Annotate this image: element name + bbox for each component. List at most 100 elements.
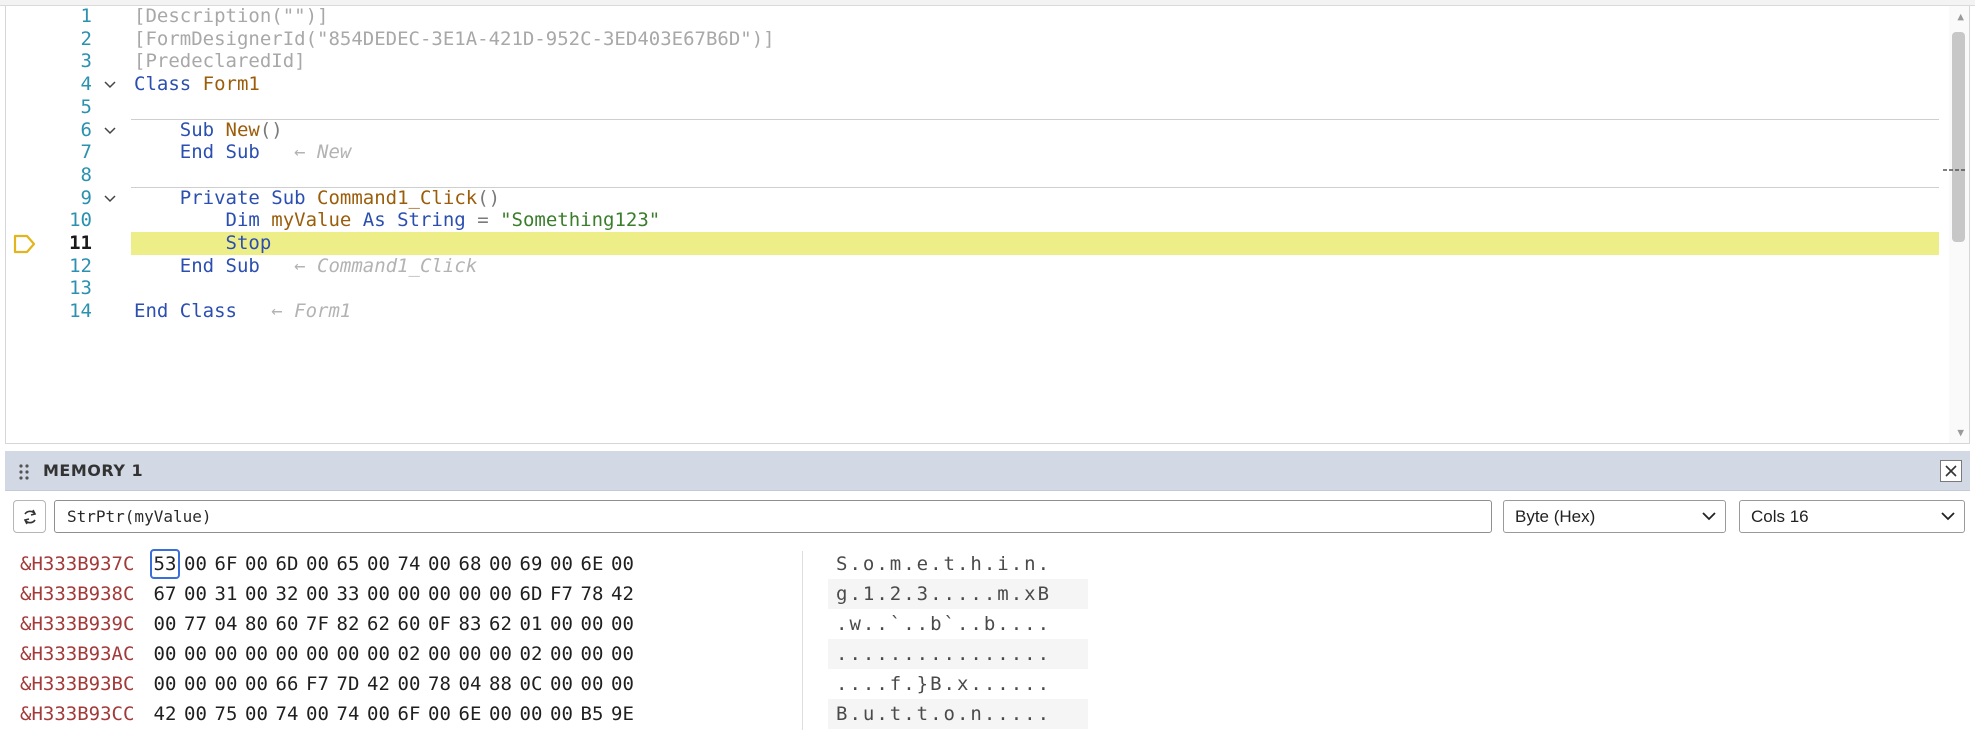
memory-byte[interactable]: 32 xyxy=(272,579,302,609)
memory-byte[interactable]: 00 xyxy=(303,549,333,579)
memory-byte[interactable]: 00 xyxy=(181,699,211,729)
format-select[interactable]: Byte (Hex) xyxy=(1503,500,1726,533)
memory-byte[interactable]: 00 xyxy=(425,579,455,609)
memory-byte[interactable]: 74 xyxy=(333,699,363,729)
line-code[interactable] xyxy=(131,164,1939,187)
drag-grip-icon[interactable] xyxy=(18,463,30,481)
memory-byte[interactable]: 66 xyxy=(272,669,302,699)
memory-byte[interactable]: 00 xyxy=(303,579,333,609)
selected-memory-byte[interactable]: 53 xyxy=(150,549,180,579)
memory-byte[interactable]: 62 xyxy=(486,609,516,639)
memory-byte[interactable]: 6E xyxy=(577,549,607,579)
memory-byte[interactable]: 78 xyxy=(425,669,455,699)
memory-byte[interactable]: 00 xyxy=(577,639,607,669)
scrollbar-thumb[interactable] xyxy=(1952,32,1965,242)
memory-panel-header[interactable]: MEMORY 1 xyxy=(5,451,1970,491)
line-code[interactable]: [PredeclaredId] xyxy=(131,50,1939,73)
memory-byte[interactable]: 00 xyxy=(150,609,180,639)
memory-byte[interactable]: F7 xyxy=(303,669,333,699)
line-code[interactable]: [FormDesignerId("854DEDEC-3E1A-421D-952C… xyxy=(131,28,1939,51)
memory-byte[interactable]: 00 xyxy=(425,549,455,579)
memory-byte[interactable]: 00 xyxy=(547,639,577,669)
memory-byte[interactable]: 00 xyxy=(181,549,211,579)
memory-byte[interactable]: 74 xyxy=(394,549,424,579)
memory-byte[interactable]: 9E xyxy=(608,699,638,729)
memory-byte[interactable]: 00 xyxy=(577,669,607,699)
fold-chevron-down-icon[interactable] xyxy=(104,125,116,137)
memory-byte[interactable]: 42 xyxy=(364,669,394,699)
memory-byte[interactable]: 77 xyxy=(181,609,211,639)
code-line[interactable]: 11 Stop xyxy=(6,232,1939,255)
line-code[interactable]: Private Sub Command1_Click() xyxy=(131,187,1939,210)
memory-byte[interactable]: 31 xyxy=(211,579,241,609)
line-code[interactable] xyxy=(131,277,1939,300)
memory-byte[interactable]: 00 xyxy=(150,639,180,669)
memory-byte[interactable]: 83 xyxy=(455,609,485,639)
memory-byte[interactable]: 65 xyxy=(333,549,363,579)
memory-byte[interactable]: 6D xyxy=(272,549,302,579)
memory-byte[interactable]: 00 xyxy=(242,549,272,579)
memory-byte[interactable]: 00 xyxy=(303,699,333,729)
memory-byte[interactable]: 69 xyxy=(516,549,546,579)
memory-byte[interactable]: F7 xyxy=(547,579,577,609)
memory-byte[interactable]: 00 xyxy=(425,639,455,669)
memory-byte[interactable]: 00 xyxy=(608,669,638,699)
memory-byte[interactable]: 00 xyxy=(242,669,272,699)
memory-byte[interactable]: 00 xyxy=(181,639,211,669)
fold-chevron-down-icon[interactable] xyxy=(104,79,116,91)
memory-byte[interactable]: 00 xyxy=(455,639,485,669)
line-code[interactable]: End Class ← Form1 xyxy=(131,300,1939,323)
memory-byte[interactable]: 60 xyxy=(394,609,424,639)
memory-byte[interactable]: 68 xyxy=(455,549,485,579)
memory-byte[interactable]: 02 xyxy=(516,639,546,669)
refresh-button[interactable] xyxy=(13,500,46,533)
memory-byte[interactable]: 75 xyxy=(211,699,241,729)
memory-byte[interactable]: 00 xyxy=(608,639,638,669)
memory-byte[interactable]: 00 xyxy=(486,549,516,579)
address-expression-input[interactable] xyxy=(54,500,1492,533)
memory-byte[interactable]: 00 xyxy=(364,549,394,579)
code-line[interactable]: 14 End Class ← Form1 xyxy=(6,300,1939,323)
memory-byte[interactable]: 00 xyxy=(211,669,241,699)
memory-byte[interactable]: 00 xyxy=(577,609,607,639)
memory-byte[interactable]: 00 xyxy=(486,699,516,729)
memory-byte[interactable]: 00 xyxy=(150,669,180,699)
code-line[interactable]: 13 xyxy=(6,277,1939,300)
memory-byte[interactable]: 00 xyxy=(364,639,394,669)
memory-byte[interactable]: 00 xyxy=(486,579,516,609)
memory-byte[interactable]: 00 xyxy=(547,549,577,579)
memory-byte[interactable]: 6D xyxy=(516,579,546,609)
memory-byte[interactable]: 00 xyxy=(547,669,577,699)
scroll-up-icon[interactable]: ▲ xyxy=(1957,10,1964,23)
memory-byte[interactable]: 00 xyxy=(364,699,394,729)
memory-byte[interactable]: 0F xyxy=(425,609,455,639)
editor-vertical-scrollbar[interactable]: ▲ ▼ xyxy=(1949,6,1969,443)
code-line[interactable]: 10 Dim myValue As String = "Something123… xyxy=(6,209,1939,232)
memory-byte[interactable]: 02 xyxy=(394,639,424,669)
line-code[interactable]: [Description("")] xyxy=(131,6,1939,28)
code-line[interactable]: 8 xyxy=(6,164,1939,187)
memory-byte[interactable]: 00 xyxy=(333,639,363,669)
memory-byte[interactable]: 00 xyxy=(181,579,211,609)
memory-byte[interactable]: 00 xyxy=(242,639,272,669)
memory-byte[interactable]: 00 xyxy=(425,699,455,729)
memory-byte[interactable]: 00 xyxy=(547,699,577,729)
code-line[interactable]: 2 [FormDesignerId("854DEDEC-3E1A-421D-952… xyxy=(6,28,1939,51)
line-code[interactable]: End Sub ← New xyxy=(131,141,1939,164)
code-line[interactable]: 4 Class Form1 xyxy=(6,73,1939,96)
code-line[interactable]: 6 Sub New() xyxy=(6,118,1939,142)
memory-byte[interactable]: 00 xyxy=(364,579,394,609)
memory-byte[interactable]: 67 xyxy=(150,579,180,609)
memory-byte[interactable]: 00 xyxy=(242,699,272,729)
memory-byte[interactable]: 00 xyxy=(303,639,333,669)
memory-byte[interactable]: 01 xyxy=(516,609,546,639)
memory-byte[interactable]: 7D xyxy=(333,669,363,699)
memory-byte[interactable]: 7F xyxy=(303,609,333,639)
memory-byte[interactable]: 00 xyxy=(181,669,211,699)
memory-byte[interactable]: 0C xyxy=(516,669,546,699)
memory-byte[interactable]: 82 xyxy=(333,609,363,639)
memory-byte[interactable]: 78 xyxy=(577,579,607,609)
memory-byte[interactable]: 88 xyxy=(486,669,516,699)
memory-byte[interactable]: 04 xyxy=(211,609,241,639)
code-line[interactable]: 9 Private Sub Command1_Click() xyxy=(6,186,1939,210)
